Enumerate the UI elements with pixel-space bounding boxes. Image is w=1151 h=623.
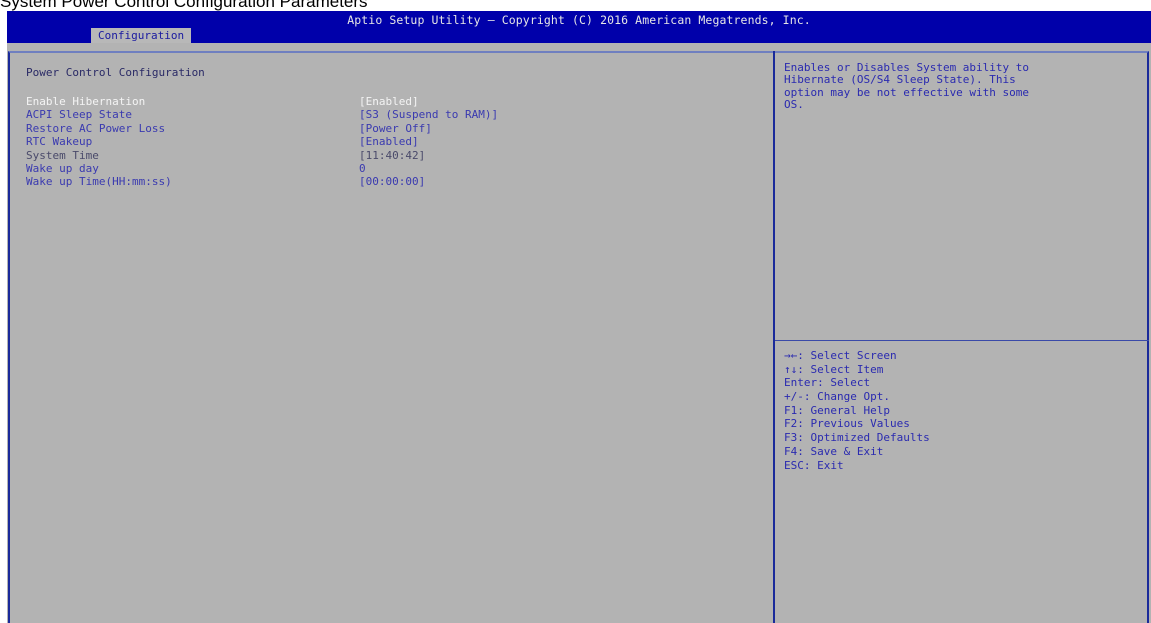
setting-label: Wake up Time(HH:mm:ss) [26, 175, 172, 189]
setting-wake-up-day[interactable]: Wake up day 0 [26, 162, 626, 175]
panel-divider [773, 51, 775, 623]
key-optimized-defaults: F3: Optimized Defaults [784, 431, 930, 445]
setting-restore-ac-power-loss[interactable]: Restore AC Power Loss [Power Off] [26, 122, 626, 135]
key-legend: →←: Select Screen ↑↓: Select Item Enter:… [784, 349, 930, 472]
setting-value[interactable]: [Power Off] [359, 122, 432, 135]
key-enter-select: Enter: Select [784, 376, 871, 390]
help-description: Enables or Disables System ability to Hi… [784, 61, 1144, 111]
setting-value[interactable]: [S3 (Suspend to RAM)] [359, 108, 498, 121]
setting-label: Wake up day [26, 161, 99, 175]
bios-setup-window: Aptio Setup Utility – Copyright (C) 2016… [7, 11, 1151, 623]
setting-value[interactable]: [Enabled] [359, 135, 419, 148]
help-divider [775, 340, 1149, 341]
setting-rtc-wakeup[interactable]: RTC Wakeup [Enabled] [26, 135, 626, 148]
setting-value[interactable]: [Enabled] [359, 95, 419, 108]
setting-system-time[interactable]: System Time [11:40:42] [26, 149, 626, 162]
key-previous-values: F2: Previous Values [784, 417, 910, 431]
setting-enable-hibernation[interactable]: Enable Hibernation [Enabled] [26, 95, 626, 108]
figure-caption: System Power Control Configuration Param… [0, 0, 368, 11]
key-select-screen: →←: Select Screen [784, 349, 897, 362]
setting-value[interactable]: [00:00:00] [359, 175, 425, 188]
section-title: Power Control Configuration [26, 66, 205, 79]
settings-list: Enable Hibernation [Enabled] ACPI Sleep … [26, 95, 626, 189]
key-select-item: ↑↓: Select Item [784, 362, 884, 376]
setting-label: ACPI Sleep State [26, 108, 132, 122]
setting-value[interactable]: 0 [359, 162, 366, 175]
setting-wake-up-time[interactable]: Wake up Time(HH:mm:ss) [00:00:00] [26, 175, 626, 188]
setting-label: Enable Hibernation [26, 95, 146, 108]
help-line: option may be not effective with some [784, 85, 1030, 99]
setting-label: RTC Wakeup [26, 135, 93, 149]
setting-label: Restore AC Power Loss [26, 121, 166, 135]
setting-value[interactable]: [11:40:42] [359, 149, 425, 162]
setting-acpi-sleep-state[interactable]: ACPI Sleep State [S3 (Suspend to RAM)] [26, 108, 626, 121]
title-bar: Aptio Setup Utility – Copyright (C) 2016… [7, 11, 1151, 43]
utility-title: Aptio Setup Utility – Copyright (C) 2016… [347, 13, 811, 27]
key-general-help: F1: General Help [784, 403, 890, 417]
setting-label: System Time [26, 148, 99, 162]
key-save-exit: F4: Save & Exit [784, 444, 884, 458]
key-change-option: +/-: Change Opt. [784, 390, 890, 404]
key-escape-exit: ESC: Exit [784, 458, 844, 472]
tab-configuration[interactable]: Configuration [91, 28, 192, 43]
help-line: OS. [784, 97, 804, 111]
help-line: Hibernate (OS/S4 Sleep State). This [784, 73, 1016, 87]
